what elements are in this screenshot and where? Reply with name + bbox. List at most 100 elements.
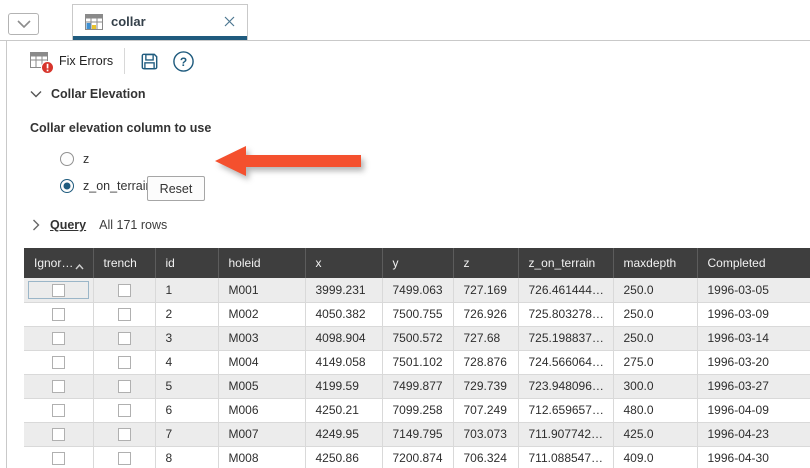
ignored-checkbox[interactable] [52, 404, 65, 417]
cell-completed[interactable]: 1996-03-09 [697, 302, 810, 326]
cell-trench[interactable] [93, 422, 155, 446]
cell-x[interactable]: 4050.382 [305, 302, 382, 326]
cell-z[interactable]: 727.169 [453, 278, 518, 302]
cell-x[interactable]: 4249.95 [305, 422, 382, 446]
cell-completed[interactable]: 1996-04-23 [697, 422, 810, 446]
cell-maxdepth[interactable]: 275.0 [613, 350, 697, 374]
radio-selected-icon[interactable] [60, 179, 74, 193]
cell-z[interactable]: 728.876 [453, 350, 518, 374]
close-icon[interactable] [224, 16, 235, 27]
column-header-z-on-terrain[interactable]: z_on_terrain [518, 248, 613, 278]
cell-completed[interactable]: 1996-03-14 [697, 326, 810, 350]
ignored-checkbox[interactable] [52, 428, 65, 441]
column-header-id[interactable]: id [155, 248, 218, 278]
cell-completed[interactable]: 1996-04-09 [697, 398, 810, 422]
column-header-holeid[interactable]: holeid [218, 248, 305, 278]
cell-maxdepth[interactable]: 250.0 [613, 302, 697, 326]
cell-z_on_terrain[interactable]: 711.088547… [518, 446, 613, 468]
cell-trench[interactable] [93, 374, 155, 398]
cell-y[interactable]: 7500.572 [382, 326, 453, 350]
cell-ignored[interactable] [24, 326, 93, 350]
cell-trench[interactable] [93, 350, 155, 374]
cell-x[interactable]: 4250.21 [305, 398, 382, 422]
trench-checkbox[interactable] [118, 452, 131, 465]
cell-id[interactable]: 6 [155, 398, 218, 422]
ignored-checkbox[interactable] [52, 380, 65, 393]
trench-checkbox[interactable] [118, 308, 131, 321]
cell-holeid[interactable]: M006 [218, 398, 305, 422]
cell-z_on_terrain[interactable]: 725.198837… [518, 326, 613, 350]
cell-trench[interactable] [93, 302, 155, 326]
cell-completed[interactable]: 1996-03-20 [697, 350, 810, 374]
cell-z[interactable]: 703.073 [453, 422, 518, 446]
cell-holeid[interactable]: M003 [218, 326, 305, 350]
cell-ignored[interactable] [24, 446, 93, 468]
cell-z[interactable]: 726.926 [453, 302, 518, 326]
cell-z_on_terrain[interactable]: 712.659657… [518, 398, 613, 422]
cell-maxdepth[interactable]: 425.0 [613, 422, 697, 446]
cell-z_on_terrain[interactable]: 725.803278… [518, 302, 613, 326]
cell-id[interactable]: 8 [155, 446, 218, 468]
radio-option-z-on-terrain[interactable]: z_on_terrain [60, 179, 153, 193]
column-header-ignored[interactable]: Ignor… [24, 248, 93, 278]
cell-id[interactable]: 1 [155, 278, 218, 302]
cell-maxdepth[interactable]: 480.0 [613, 398, 697, 422]
cell-holeid[interactable]: M001 [218, 278, 305, 302]
tab-overflow-button[interactable] [8, 13, 39, 35]
radio-unselected-icon[interactable] [60, 152, 74, 166]
cell-holeid[interactable]: M008 [218, 446, 305, 468]
cell-completed[interactable]: 1996-04-30 [697, 446, 810, 468]
cell-id[interactable]: 4 [155, 350, 218, 374]
cell-z[interactable]: 727.68 [453, 326, 518, 350]
help-button[interactable]: ? [170, 48, 197, 75]
cell-y[interactable]: 7149.795 [382, 422, 453, 446]
cell-ignored[interactable] [24, 302, 93, 326]
cell-maxdepth[interactable]: 409.0 [613, 446, 697, 468]
cell-completed[interactable]: 1996-03-27 [697, 374, 810, 398]
cell-z_on_terrain[interactable]: 723.948096… [518, 374, 613, 398]
cell-ignored[interactable] [24, 422, 93, 446]
cell-trench[interactable] [93, 278, 155, 302]
cell-ignored[interactable] [24, 374, 93, 398]
cell-holeid[interactable]: M002 [218, 302, 305, 326]
trench-checkbox[interactable] [118, 428, 131, 441]
cell-maxdepth[interactable]: 250.0 [613, 326, 697, 350]
cell-id[interactable]: 5 [155, 374, 218, 398]
ignored-checkbox[interactable] [52, 452, 65, 465]
cell-holeid[interactable]: M007 [218, 422, 305, 446]
column-header-x[interactable]: x [305, 248, 382, 278]
save-button[interactable] [136, 48, 163, 75]
radio-option-z[interactable]: z [60, 152, 89, 166]
cell-ignored[interactable] [24, 278, 93, 302]
cell-x[interactable]: 4199.59 [305, 374, 382, 398]
cell-maxdepth[interactable]: 300.0 [613, 374, 697, 398]
cell-completed[interactable]: 1996-03-05 [697, 278, 810, 302]
cell-holeid[interactable]: M005 [218, 374, 305, 398]
cell-z_on_terrain[interactable]: 724.566064… [518, 350, 613, 374]
tab-collar[interactable]: collar [72, 4, 248, 41]
cell-x[interactable]: 3999.231 [305, 278, 382, 302]
ignored-checkbox[interactable] [52, 308, 65, 321]
cell-id[interactable]: 7 [155, 422, 218, 446]
reset-button[interactable]: Reset [147, 176, 205, 201]
cell-z[interactable]: 729.739 [453, 374, 518, 398]
column-header-y[interactable]: y [382, 248, 453, 278]
cell-y[interactable]: 7499.877 [382, 374, 453, 398]
cell-z[interactable]: 707.249 [453, 398, 518, 422]
cell-y[interactable]: 7200.874 [382, 446, 453, 468]
cell-maxdepth[interactable]: 250.0 [613, 278, 697, 302]
cell-x[interactable]: 4149.058 [305, 350, 382, 374]
cell-id[interactable]: 3 [155, 326, 218, 350]
cell-y[interactable]: 7499.063 [382, 278, 453, 302]
cell-ignored[interactable] [24, 398, 93, 422]
query-section-toggle[interactable]: Query [50, 218, 86, 232]
cell-x[interactable]: 4098.904 [305, 326, 382, 350]
column-header-trench[interactable]: trench [93, 248, 155, 278]
cell-trench[interactable] [93, 326, 155, 350]
fix-errors-button[interactable]: Fix Errors [30, 52, 113, 71]
column-header-z[interactable]: z [453, 248, 518, 278]
collar-elevation-section-toggle[interactable]: Collar Elevation [30, 87, 145, 101]
cell-ignored[interactable] [24, 350, 93, 374]
column-header-maxdepth[interactable]: maxdepth [613, 248, 697, 278]
trench-checkbox[interactable] [118, 380, 131, 393]
